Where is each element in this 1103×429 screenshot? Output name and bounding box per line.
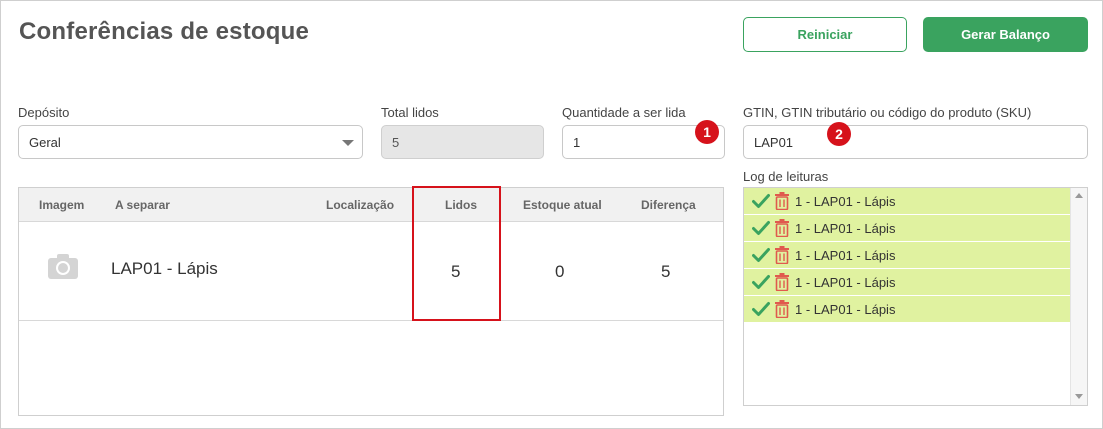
trash-icon[interactable] bbox=[774, 300, 790, 318]
items-table: Imagem A separar Localização Lidos Estoq… bbox=[18, 187, 724, 416]
log-entry-text: 1 - LAP01 - Lápis bbox=[795, 301, 896, 317]
step-badge-2: 2 bbox=[827, 122, 851, 146]
sku-input[interactable]: LAP01 bbox=[743, 125, 1088, 159]
log-scrollbar[interactable] bbox=[1070, 188, 1087, 405]
deposit-select[interactable]: Geral bbox=[18, 125, 363, 159]
table-header: Imagem A separar Localização Lidos Estoq… bbox=[19, 188, 723, 222]
step-badge-1: 1 bbox=[695, 120, 719, 144]
trash-icon[interactable] bbox=[774, 219, 790, 237]
col-difference: Diferença bbox=[641, 198, 696, 212]
log-entry-text: 1 - LAP01 - Lápis bbox=[795, 220, 896, 236]
chevron-down-icon bbox=[342, 140, 354, 146]
check-icon bbox=[752, 275, 770, 289]
sku-value: LAP01 bbox=[754, 134, 794, 150]
read-log: 1 - LAP01 - Lápis 1 - LAP01 - Lápis 1 - LA… bbox=[743, 187, 1088, 406]
trash-icon[interactable] bbox=[774, 246, 790, 264]
log-entry: 1 - LAP01 - Lápis bbox=[744, 296, 1070, 323]
table-row: LAP01 - Lápis 5 0 5 bbox=[19, 222, 723, 321]
scroll-down-icon[interactable] bbox=[1075, 394, 1083, 399]
restart-button[interactable]: Reiniciar bbox=[743, 17, 907, 52]
col-to-separate: A separar bbox=[115, 198, 170, 212]
scroll-up-icon[interactable] bbox=[1075, 193, 1083, 198]
page-title: Conferências de estoque bbox=[19, 18, 310, 45]
sku-label: GTIN, GTIN tributário ou código do produ… bbox=[743, 105, 1032, 120]
log-entry: 1 - LAP01 - Lápis bbox=[744, 242, 1070, 269]
log-label: Log de leituras bbox=[743, 169, 829, 184]
col-current-stock: Estoque atual bbox=[523, 198, 602, 212]
check-icon bbox=[752, 248, 770, 262]
check-icon bbox=[752, 221, 770, 235]
item-name: LAP01 - Lápis bbox=[111, 259, 218, 278]
generate-balance-button[interactable]: Gerar Balanço bbox=[923, 17, 1088, 52]
check-icon bbox=[752, 194, 770, 208]
read-column-highlight bbox=[412, 186, 501, 321]
check-icon bbox=[752, 302, 770, 316]
total-read-value: 5 bbox=[392, 134, 400, 150]
log-entry: 1 - LAP01 - Lápis bbox=[744, 269, 1070, 296]
camera-icon bbox=[48, 254, 78, 279]
total-read-label: Total lidos bbox=[381, 105, 439, 120]
log-entry-text: 1 - LAP01 - Lápis bbox=[795, 274, 896, 290]
page-frame: Conferências de estoque Reiniciar Gerar … bbox=[0, 0, 1103, 429]
quantity-label: Quantidade a ser lida bbox=[562, 105, 686, 120]
log-entry-text: 1 - LAP01 - Lápis bbox=[795, 247, 896, 263]
deposit-value: Geral bbox=[29, 134, 61, 150]
log-entry-text: 1 - LAP01 - Lápis bbox=[795, 193, 896, 209]
log-entry: 1 - LAP01 - Lápis bbox=[744, 215, 1070, 242]
col-location: Localização bbox=[326, 198, 395, 212]
difference: 5 bbox=[661, 262, 671, 281]
deposit-label: Depósito bbox=[18, 105, 70, 120]
trash-icon[interactable] bbox=[774, 273, 790, 291]
current-stock: 0 bbox=[555, 262, 565, 281]
col-image: Imagem bbox=[39, 198, 85, 212]
quantity-value: 1 bbox=[573, 134, 581, 150]
log-entry: 1 - LAP01 - Lápis bbox=[744, 188, 1070, 215]
trash-icon[interactable] bbox=[774, 192, 790, 210]
total-read-field: 5 bbox=[381, 125, 544, 159]
